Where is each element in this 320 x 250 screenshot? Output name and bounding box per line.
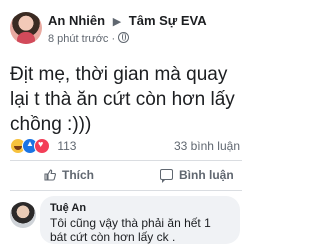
comment-label: Bình luận	[179, 168, 234, 182]
author-name[interactable]: An Nhiên	[48, 13, 105, 28]
post-meta: 8 phút trước ·	[48, 32, 130, 45]
globe-icon	[118, 32, 130, 43]
post-header: An Nhiên ▶ Tâm Sự EVA 8 phút trước ·	[10, 12, 246, 48]
post-text: Địt mẹ, thời gian mà quay lại t thà ăn c…	[10, 64, 235, 135]
reaction-count[interactable]: 113	[57, 139, 76, 153]
like-label: Thích	[62, 168, 94, 182]
comment-text: Tôi cũng vậy thà phải ăn hết 1 bát cứt c…	[50, 216, 211, 244]
like-button[interactable]: Thích	[44, 168, 94, 182]
group-name[interactable]: Tâm Sự EVA	[129, 13, 207, 28]
comment-item: Tuệ An Tôi cũng vậy thà phải ăn hết 1 bá…	[10, 196, 246, 250]
divider	[10, 160, 242, 161]
reactions-bar[interactable]: 113 33 bình luận	[10, 138, 242, 154]
comment-button[interactable]: Bình luận	[160, 168, 234, 183]
commenter-name[interactable]: Tuệ An	[50, 202, 230, 214]
author-avatar[interactable]	[10, 12, 42, 44]
comment-count[interactable]: 33 bình luận	[174, 139, 240, 153]
comment-bubble: Tuệ An Tôi cũng vậy thà phải ăn hết 1 bá…	[40, 196, 240, 244]
author-line: An Nhiên ▶ Tâm Sự EVA	[48, 13, 207, 28]
commenter-avatar[interactable]	[10, 202, 36, 228]
post-timestamp[interactable]: 8 phút trước	[48, 33, 108, 45]
love-icon	[34, 138, 50, 154]
divider	[10, 190, 242, 191]
thumbs-up-icon	[44, 169, 56, 181]
action-bar: Thích Bình luận	[10, 164, 242, 188]
arrow-right-icon: ▶	[112, 16, 122, 28]
meta-separator: ·	[111, 33, 116, 45]
comment-icon	[160, 169, 173, 183]
